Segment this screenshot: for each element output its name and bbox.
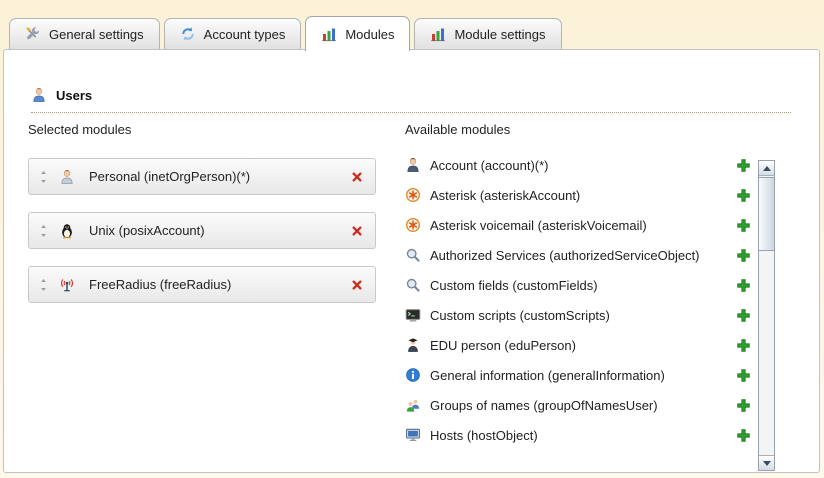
add-icon[interactable] <box>736 308 751 323</box>
magnifier-icon <box>405 277 421 293</box>
host-icon <box>405 427 421 443</box>
info-icon <box>405 367 421 383</box>
add-icon[interactable] <box>736 278 751 293</box>
available-module-label: Asterisk (asteriskAccount) <box>430 188 580 203</box>
scrollbar-thumb[interactable] <box>759 177 774 251</box>
tab-modules[interactable]: Modules <box>305 16 410 51</box>
available-module-row-asterisk: Asterisk (asteriskAccount) <box>405 180 751 210</box>
available-modules-column: Available modules Account (account)(*) A… <box>405 122 751 450</box>
add-icon[interactable] <box>736 338 751 353</box>
selected-modules-heading: Selected modules <box>28 122 376 137</box>
available-module-row-custom-scripts: Custom scripts (customScripts) <box>405 300 751 330</box>
terminal-icon <box>405 307 421 323</box>
selected-module-label: Personal (inetOrgPerson)(*) <box>89 169 250 184</box>
tab-label: Module settings <box>454 27 545 42</box>
user-icon <box>31 87 47 103</box>
drag-handle-icon[interactable] <box>38 170 49 184</box>
add-icon[interactable] <box>736 428 751 443</box>
selected-module-row-personal[interactable]: Personal (inetOrgPerson)(*) <box>28 158 376 195</box>
available-module-row-groups-of-names: Groups of names (groupOfNamesUser) <box>405 390 751 420</box>
available-module-label: EDU person (eduPerson) <box>430 338 576 353</box>
available-module-row-custom-fields: Custom fields (customFields) <box>405 270 751 300</box>
wrench-icon <box>25 26 41 42</box>
delete-icon[interactable] <box>350 278 364 292</box>
available-module-row-hosts: Hosts (hostObject) <box>405 420 751 450</box>
antenna-icon <box>59 277 75 293</box>
available-module-row-asterisk-voicemail: Asterisk voicemail (asteriskVoicemail) <box>405 210 751 240</box>
add-icon[interactable] <box>736 158 751 173</box>
group-icon <box>405 397 421 413</box>
available-module-label: Groups of names (groupOfNamesUser) <box>430 398 658 413</box>
page-title: Users <box>56 88 92 103</box>
available-modules-heading: Available modules <box>405 122 751 137</box>
available-module-label: Account (account)(*) <box>430 158 549 173</box>
tab-general-settings[interactable]: General settings <box>9 18 160 49</box>
selected-modules-column: Selected modules Personal (inetOrgPerson… <box>28 122 376 303</box>
add-icon[interactable] <box>736 218 751 233</box>
edu-person-icon <box>405 337 421 353</box>
tab-label: General settings <box>49 27 144 42</box>
drag-handle-icon[interactable] <box>38 278 49 292</box>
tab-label: Modules <box>345 27 394 42</box>
unix-penguin-icon <box>59 223 75 239</box>
account-icon <box>405 157 421 173</box>
available-module-label: General information (generalInformation) <box>430 368 665 383</box>
available-module-row-account: Account (account)(*) <box>405 150 751 180</box>
vertical-scrollbar[interactable] <box>758 160 775 471</box>
available-module-row-edu-person: EDU person (eduPerson) <box>405 330 751 360</box>
refresh-icon <box>180 26 196 42</box>
tab-module-settings[interactable]: Module settings <box>414 18 561 49</box>
tab-label: Account types <box>204 27 286 42</box>
selected-module-label: FreeRadius (freeRadius) <box>89 277 231 292</box>
scroll-down-button[interactable] <box>759 455 774 470</box>
available-module-label: Custom scripts (customScripts) <box>430 308 610 323</box>
drag-handle-icon[interactable] <box>38 224 49 238</box>
asterisk-icon <box>405 217 421 233</box>
delete-icon[interactable] <box>350 170 364 184</box>
add-icon[interactable] <box>736 368 751 383</box>
add-icon[interactable] <box>736 188 751 203</box>
chart-icon <box>430 26 446 42</box>
delete-icon[interactable] <box>350 224 364 238</box>
selected-module-row-freeradius[interactable]: FreeRadius (freeRadius) <box>28 266 376 303</box>
available-module-label: Hosts (hostObject) <box>430 428 538 443</box>
tab-bar: General settings Account types Modules M… <box>9 16 562 49</box>
section-heading: Users <box>31 87 791 113</box>
add-icon[interactable] <box>736 248 751 263</box>
available-modules-list: Account (account)(*) Asterisk (asteriskA… <box>405 150 751 450</box>
magnifier-icon <box>405 247 421 263</box>
personal-icon <box>59 169 75 185</box>
asterisk-icon <box>405 187 421 203</box>
scroll-up-button[interactable] <box>759 161 774 176</box>
selected-module-row-unix[interactable]: Unix (posixAccount) <box>28 212 376 249</box>
available-module-row-general-information: General information (generalInformation) <box>405 360 751 390</box>
add-icon[interactable] <box>736 398 751 413</box>
available-module-row-authorized-services: Authorized Services (authorizedServiceOb… <box>405 240 751 270</box>
arrow-up-icon <box>763 166 771 171</box>
selected-module-label: Unix (posixAccount) <box>89 223 205 238</box>
arrow-down-icon <box>763 461 771 466</box>
available-module-label: Asterisk voicemail (asteriskVoicemail) <box>430 218 647 233</box>
available-module-label: Authorized Services (authorizedServiceOb… <box>430 248 700 263</box>
tab-account-types[interactable]: Account types <box>164 18 302 49</box>
available-module-label: Custom fields (customFields) <box>430 278 598 293</box>
chart-icon <box>321 26 337 42</box>
